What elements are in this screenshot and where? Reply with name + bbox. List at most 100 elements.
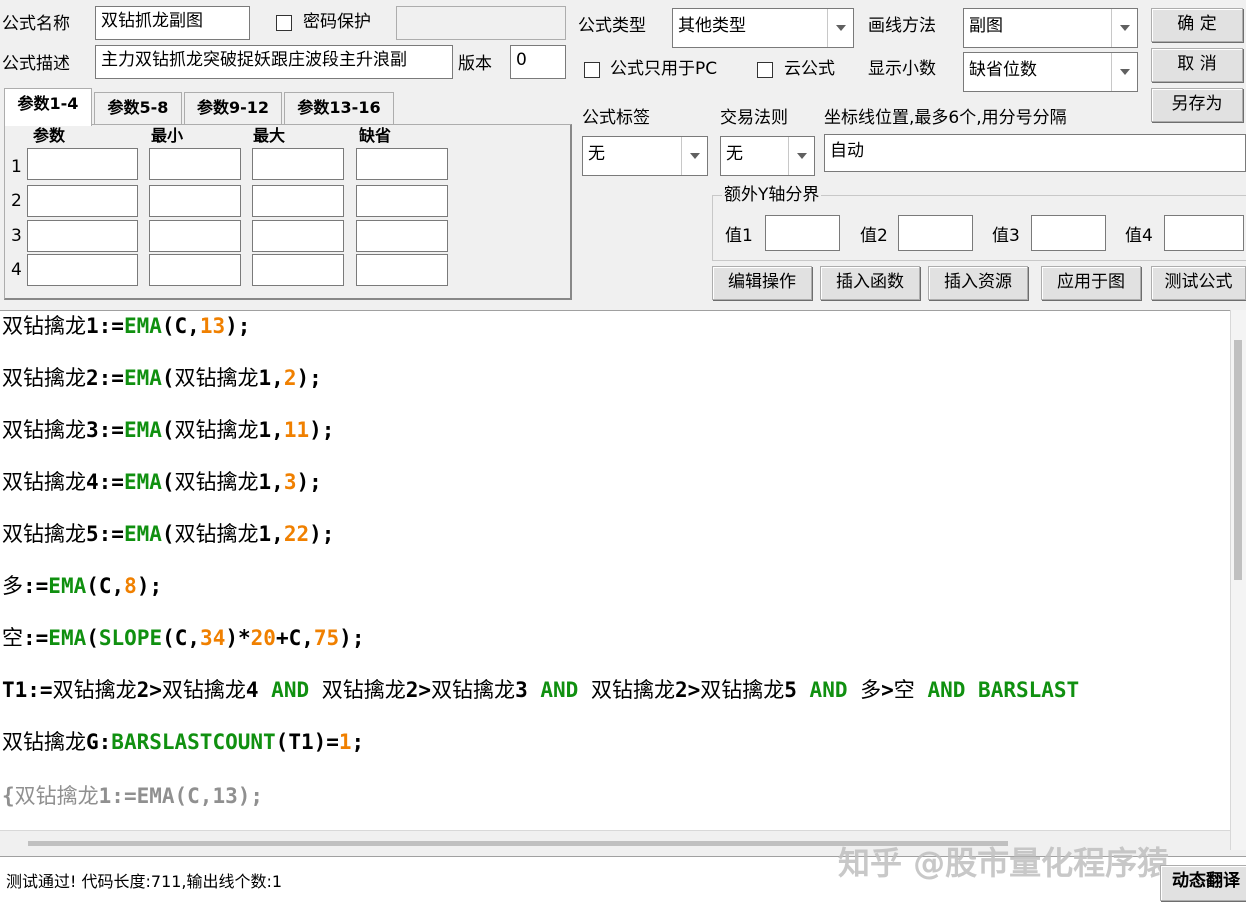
password-checkbox[interactable] <box>276 15 292 31</box>
insert-resource-button[interactable]: 插入资源 <box>928 266 1028 300</box>
code-token: 1 <box>338 730 352 754</box>
code-token: ); <box>225 314 251 338</box>
code-token: 3 <box>283 470 297 494</box>
param-default-4-input[interactable] <box>356 254 448 286</box>
param-name-3-input[interactable] <box>27 220 138 252</box>
dynamic-translate-button[interactable]: 动态翻译 <box>1160 865 1246 901</box>
code-token: 2> <box>674 678 701 702</box>
insert-function-button[interactable]: 插入函数 <box>820 266 920 300</box>
code-line-5: 双钻擒龙5:=EMA(双钻擒龙1,22); <box>2 519 334 549</box>
code-token: 双钻擒龙 <box>2 314 86 338</box>
version-input[interactable]: 0 <box>510 45 566 79</box>
param-max-4-input[interactable] <box>252 254 344 286</box>
trade-rule-select[interactable]: 无 <box>720 136 815 176</box>
code-token: 3:= <box>86 418 124 442</box>
tab-params-1-4[interactable]: 参数1-4 <box>4 88 92 126</box>
code-token: 5:= <box>86 522 124 546</box>
value3-input[interactable] <box>1031 215 1106 251</box>
code-token: 双钻擒龙 <box>700 678 785 702</box>
code-editor[interactable]: 双钻擒龙1:=EMA(C,13); 双钻擒龙2:=EMA(双钻擒龙1,2); 双… <box>0 310 1230 831</box>
scrollbar-thumb[interactable] <box>1234 340 1242 580</box>
draw-method-select[interactable]: 副图 <box>963 8 1138 48</box>
editor-vertical-scrollbar[interactable] <box>1230 310 1246 850</box>
chevron-down-icon[interactable] <box>1111 9 1137 47</box>
value2-label: 值2 <box>860 226 888 246</box>
apply-to-chart-button[interactable]: 应用于图 <box>1041 266 1141 300</box>
code-token: 双钻擒龙 <box>2 418 86 442</box>
code-token: ); <box>296 366 322 390</box>
formula-desc-input[interactable]: 主力双钻抓龙突破捉妖跟庄波段主升浪副 <box>95 45 453 79</box>
param-min-2-input[interactable] <box>149 185 241 217</box>
code-token: EMA <box>123 418 162 442</box>
value4-input[interactable] <box>1164 215 1244 251</box>
col-header-max: 最大 <box>253 126 286 145</box>
formula-desc-label: 公式描述 <box>2 54 70 74</box>
code-token: 75 <box>313 626 340 650</box>
tab-params-13-16[interactable]: 参数13-16 <box>284 92 394 124</box>
row-label-2: 2 <box>11 191 22 211</box>
chevron-down-icon[interactable] <box>681 137 707 175</box>
code-line-8: T1:=双钻擒龙2>双钻擒龙4 AND 双钻擒龙2>双钻擒龙3 AND 双钻擒龙… <box>2 675 1079 705</box>
code-token: 双钻擒龙 <box>161 678 246 702</box>
param-min-1-input[interactable] <box>149 148 241 180</box>
code-line-7: 空:=EMA(SLOPE(C,34)*20+C,75); <box>2 623 364 653</box>
code-token: (C, <box>86 574 125 598</box>
formula-type-select[interactable]: 其他类型 <box>672 8 854 48</box>
param-min-3-input[interactable] <box>149 220 241 252</box>
cancel-button[interactable]: 取 消 <box>1151 48 1243 82</box>
pc-only-checkbox[interactable] <box>584 62 600 78</box>
ok-button[interactable]: 确 定 <box>1151 8 1243 42</box>
draw-method-label: 画线方法 <box>868 16 936 36</box>
decimals-select[interactable]: 缺省位数 <box>963 52 1138 92</box>
chevron-down-icon[interactable] <box>827 9 853 47</box>
code-token: ); <box>309 522 335 546</box>
param-min-4-input[interactable] <box>149 254 241 286</box>
param-default-1-input[interactable] <box>356 148 448 180</box>
param-max-2-input[interactable] <box>252 185 344 217</box>
password-input[interactable] <box>396 6 566 40</box>
cloud-checkbox[interactable] <box>757 62 773 78</box>
test-formula-button[interactable]: 测试公式 <box>1151 266 1246 300</box>
code-token: 双钻擒龙 <box>2 522 86 546</box>
code-token: 5 <box>784 678 810 702</box>
code-token: ); <box>309 418 335 442</box>
code-token: ( <box>161 366 175 390</box>
code-token: 多 <box>2 574 23 598</box>
code-token: 双钻擒龙 <box>174 418 259 442</box>
axis-position-input[interactable]: 自动 <box>824 134 1246 172</box>
code-token: 1, <box>258 366 284 390</box>
decimals-value: 缺省位数 <box>969 60 1037 80</box>
code-token: 多 <box>860 678 882 702</box>
col-header-default: 缺省 <box>359 126 392 145</box>
code-token: ( <box>161 470 175 494</box>
tab-params-5-8[interactable]: 参数5-8 <box>94 92 182 124</box>
param-name-1-input[interactable] <box>27 148 138 180</box>
param-name-2-input[interactable] <box>27 185 138 217</box>
code-token: 1:= <box>86 314 124 338</box>
code-token: { <box>2 784 15 808</box>
param-default-2-input[interactable] <box>356 185 448 217</box>
code-token: BARSLASTCOUNT <box>111 730 276 754</box>
code-token: ); <box>136 574 163 598</box>
tab-params-9-12[interactable]: 参数9-12 <box>184 92 282 124</box>
param-default-3-input[interactable] <box>356 220 448 252</box>
save-as-button[interactable]: 另存为 <box>1151 88 1243 122</box>
param-max-1-input[interactable] <box>252 148 344 180</box>
param-name-4-input[interactable] <box>27 254 138 286</box>
formula-name-input[interactable]: 双钻抓龙副图 <box>95 6 250 40</box>
edit-operation-button[interactable]: 编辑操作 <box>712 266 812 300</box>
code-token: 双钻擒龙 <box>590 678 675 702</box>
code-line-2: 双钻擒龙2:=EMA(双钻擒龙1,2); <box>2 363 322 393</box>
code-token: EMA <box>48 626 87 650</box>
code-token: EMA <box>123 470 162 494</box>
chevron-down-icon[interactable] <box>1111 53 1137 91</box>
value3-label: 值3 <box>992 226 1020 246</box>
chevron-down-icon[interactable] <box>788 137 814 175</box>
params-panel: 参数 最小 最大 缺省 1 2 3 4 <box>4 124 572 300</box>
param-max-3-input[interactable] <box>252 220 344 252</box>
value1-input[interactable] <box>765 215 840 251</box>
value2-input[interactable] <box>898 215 973 251</box>
formula-tag-select[interactable]: 无 <box>582 136 708 176</box>
